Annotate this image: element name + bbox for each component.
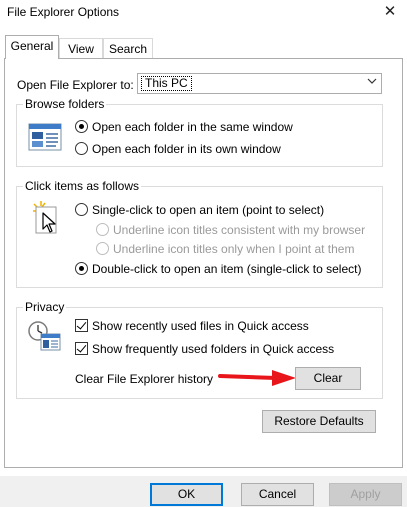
open-to-selected-value: This PC (141, 76, 192, 91)
apply-button[interactable]: Apply (329, 483, 402, 506)
tab-general[interactable]: General (5, 35, 59, 59)
open-to-select[interactable]: This PC (137, 73, 382, 94)
clear-button[interactable]: Clear (295, 367, 361, 390)
checkbox-recent-files-label: Show recently used files in Quick access (92, 319, 309, 333)
radio-same-window[interactable]: Open each folder in the same window (75, 120, 293, 134)
window-title: File Explorer Options (7, 5, 120, 19)
radio-button[interactable] (75, 203, 88, 216)
radio-underline-point-label: Underline icon titles only when I point … (113, 242, 355, 256)
browse-folders-title: Browse folders (23, 97, 107, 111)
title-bar: File Explorer Options ✕ (0, 0, 407, 26)
radio-button[interactable] (75, 262, 88, 275)
privacy-title: Privacy (23, 300, 67, 314)
radio-own-window[interactable]: Open each folder in its own window (75, 142, 281, 156)
checkbox-frequent-folders-label: Show frequently used folders in Quick ac… (92, 342, 335, 356)
checkbox[interactable] (75, 319, 88, 332)
open-to-label: Open File Explorer to: (17, 78, 134, 92)
radio-double-click[interactable]: Double-click to open an item (single-cli… (75, 262, 361, 276)
tab-strip: General View Search (0, 26, 407, 62)
click-items-icon (30, 198, 60, 237)
chevron-down-icon[interactable] (363, 74, 381, 93)
restore-defaults-button[interactable]: Restore Defaults (262, 410, 376, 433)
radio-underline-browser[interactable]: Underline icon titles consistent with my… (96, 223, 365, 237)
checkbox-recent-files[interactable]: Show recently used files in Quick access (75, 319, 309, 333)
cancel-button[interactable]: Cancel (241, 483, 314, 506)
red-arrow-annotation (218, 368, 298, 391)
radio-button[interactable] (75, 120, 88, 133)
ok-button[interactable]: OK (150, 483, 223, 506)
checkbox-frequent-folders[interactable]: Show frequently used folders in Quick ac… (75, 342, 334, 356)
close-icon[interactable]: ✕ (373, 0, 407, 26)
radio-single-click-label: Single-click to open an item (point to s… (92, 203, 325, 217)
tab-search[interactable]: Search (103, 38, 153, 58)
radio-underline-browser-label: Underline icon titles consistent with my… (113, 223, 366, 237)
radio-button[interactable] (96, 223, 109, 236)
radio-double-click-label: Double-click to open an item (single-cli… (92, 262, 362, 276)
radio-button[interactable] (96, 242, 109, 255)
radio-own-window-label: Open each folder in its own window (92, 142, 281, 156)
radio-button[interactable] (75, 142, 88, 155)
radio-same-window-label: Open each folder in the same window (92, 120, 293, 134)
click-items-title: Click items as follows (23, 179, 142, 193)
radio-single-click[interactable]: Single-click to open an item (point to s… (75, 203, 324, 217)
radio-underline-point[interactable]: Underline icon titles only when I point … (96, 242, 354, 256)
browse-folders-group: Browse folders (16, 97, 383, 167)
privacy-icon (28, 320, 62, 355)
browse-folders-icon (28, 123, 62, 156)
clear-history-label: Clear File Explorer history (75, 372, 214, 386)
checkbox[interactable] (75, 342, 88, 355)
tab-view[interactable]: View (59, 38, 103, 58)
